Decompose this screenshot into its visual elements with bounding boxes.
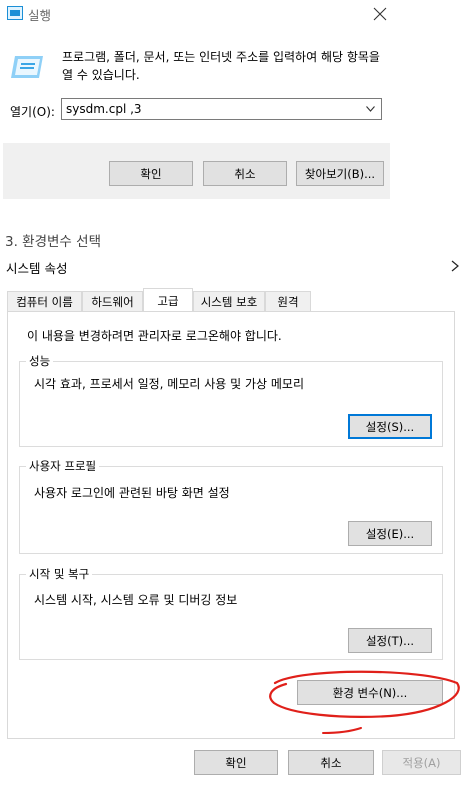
startup-recovery-settings-button[interactable]: 설정(T)... [348, 628, 432, 653]
run-app-icon [7, 6, 23, 20]
user-profile-desc: 사용자 로그인에 관련된 바탕 화면 설정 [34, 486, 230, 500]
run-cancel-button[interactable]: 취소 [203, 161, 287, 186]
sysprops-apply-button[interactable]: 적용(A) [382, 750, 461, 775]
startup-recovery-group-title: 시작 및 복구 [26, 566, 93, 582]
tab-remote[interactable]: 원격 [265, 291, 311, 312]
startup-recovery-desc: 시스템 시작, 시스템 오류 및 디버깅 정보 [34, 593, 238, 607]
run-description: 프로그램, 폴더, 문서, 또는 인터넷 주소를 입력하여 해당 항목을 열 수… [62, 50, 380, 82]
dropdown-arrow-icon[interactable] [366, 106, 375, 112]
performance-group-title: 성능 [26, 353, 54, 369]
performance-desc: 시각 효과, 프로세서 일정, 메모리 사용 및 가상 메모리 [34, 377, 304, 391]
run-browse-button[interactable]: 찾아보기(B)... [296, 161, 384, 186]
performance-settings-button[interactable]: 설정(S)... [348, 414, 432, 439]
step-heading: 3. 환경변수 선택 [5, 234, 101, 250]
tab-system-protection[interactable]: 시스템 보호 [193, 291, 265, 312]
user-profile-group-title: 사용자 프로필 [26, 458, 100, 474]
tab-advanced[interactable]: 고급 [143, 288, 193, 312]
chevron-right-icon[interactable] [451, 260, 459, 272]
close-icon[interactable] [373, 7, 387, 21]
open-input[interactable]: sysdm.cpl ,3 [61, 98, 382, 120]
sysprops-cancel-button[interactable]: 취소 [288, 750, 374, 775]
open-label: 열기(O): [10, 105, 55, 119]
tab-hardware[interactable]: 하드웨어 [82, 291, 143, 312]
run-dialog: 실행 프로그램, 폴더, 문서, 또는 인터넷 주소를 입력하여 해당 항목을 … [0, 0, 392, 200]
run-ok-button[interactable]: 확인 [109, 161, 193, 186]
tab-computer-name[interactable]: 컴퓨터 이름 [7, 291, 82, 312]
environment-variables-button[interactable]: 환경 변수(N)... [297, 680, 443, 705]
user-profile-settings-button[interactable]: 설정(E)... [348, 521, 432, 546]
run-title: 실행 [28, 8, 52, 23]
sysprops-ok-button[interactable]: 확인 [194, 750, 278, 775]
admin-note: 이 내용을 변경하려면 관리자로 로그온해야 합니다. [27, 329, 282, 343]
sysprops-title: 시스템 속성 [6, 261, 68, 276]
open-input-value: sysdm.cpl ,3 [66, 102, 142, 116]
run-large-icon [11, 56, 43, 78]
